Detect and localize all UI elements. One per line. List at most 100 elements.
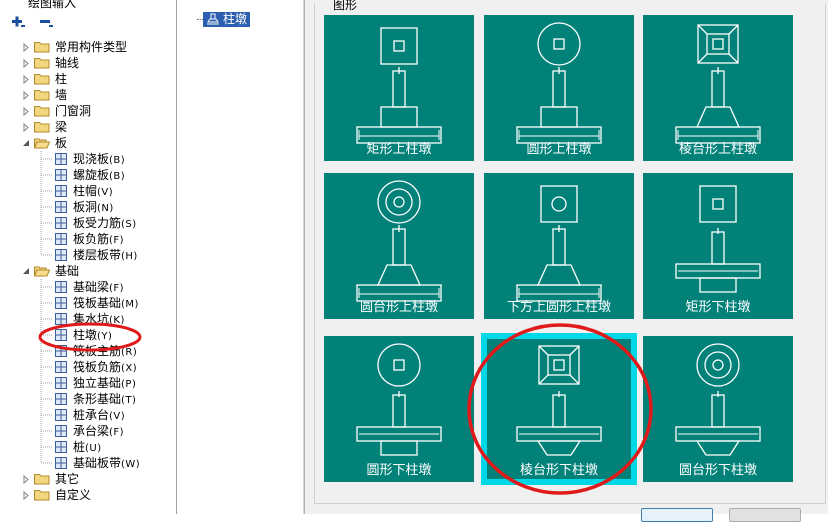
- shortcut-key: (V): [109, 411, 126, 422]
- collapsed-arrow-icon[interactable]: [22, 43, 31, 52]
- panel-title: 绘图输入: [28, 0, 77, 10]
- remove-icon[interactable]: [38, 14, 54, 30]
- tree-child-item[interactable]: 集水坑(K): [0, 311, 176, 327]
- tree-folder-item[interactable]: 常用构件类型: [0, 39, 176, 55]
- component-icon: [55, 169, 67, 181]
- tree-folder-item[interactable]: 自定义: [0, 487, 176, 503]
- collapsed-arrow-icon[interactable]: [22, 91, 31, 100]
- tree-item-label: 板: [55, 136, 68, 150]
- component-icon: [55, 281, 67, 293]
- tree-child-item[interactable]: 承台梁(F): [0, 423, 176, 439]
- collapsed-arrow-icon[interactable]: [22, 75, 31, 84]
- cancel-button[interactable]: [729, 508, 801, 522]
- shortcut-key: (U): [85, 443, 102, 454]
- list-item-selected[interactable]: 柱墩: [203, 12, 251, 27]
- shape-tile-frustum-down[interactable]: 棱台形下柱墩: [481, 333, 637, 485]
- tree-child-item[interactable]: 筏板基础(M): [0, 295, 176, 311]
- collapsed-arrow-icon[interactable]: [22, 123, 31, 132]
- shortcut-key: (V): [97, 187, 114, 198]
- tree-child-item[interactable]: 柱帽(V): [0, 183, 176, 199]
- shape-tile-square-round-up[interactable]: 下方上圆形上柱墩: [481, 170, 637, 322]
- folder-icon: [34, 74, 50, 85]
- shape-tile-cone-down[interactable]: 圆台形下柱墩: [640, 333, 796, 485]
- shape-tile-rect-down[interactable]: 矩形下柱墩: [640, 170, 796, 322]
- tree-child-item[interactable]: 板受力筋(S): [0, 215, 176, 231]
- shortcut-key: (F): [109, 235, 125, 246]
- tree-folder-item[interactable]: 墙: [0, 87, 176, 103]
- tree-child-item[interactable]: 螺旋板(B): [0, 167, 176, 183]
- shape-tile-label: 矩形上柱墩: [366, 142, 432, 157]
- shape-tile-label: 圆台形上柱墩: [359, 300, 438, 315]
- tree-folder-item[interactable]: 梁: [0, 119, 176, 135]
- expanded-arrow-icon[interactable]: [22, 267, 31, 276]
- shortcut-key: (B): [109, 171, 126, 182]
- shape-tile-cone-up[interactable]: 圆台形上柱墩: [321, 170, 477, 322]
- tree-item-label: 梁: [55, 120, 68, 134]
- ok-button[interactable]: [641, 508, 713, 522]
- shortcut-key: (H): [121, 251, 138, 262]
- tree-child-item[interactable]: 桩承台(V): [0, 407, 176, 423]
- component-icon: [55, 457, 67, 469]
- tree-item-label: 墙: [55, 88, 68, 102]
- shortcut-key: (R): [121, 347, 138, 358]
- tree-child-item[interactable]: 筏板主筋(R): [0, 343, 176, 359]
- shortcut-key: (B): [109, 155, 126, 166]
- add-icon[interactable]: [10, 14, 26, 30]
- shape-tile-round-up[interactable]: 圆形上柱墩: [481, 12, 637, 164]
- collapsed-arrow-icon[interactable]: [22, 59, 31, 68]
- tree-toolbar: [10, 14, 62, 34]
- shortcut-key: (W): [121, 459, 141, 470]
- component-icon: [55, 153, 67, 165]
- folder-icon: [34, 42, 50, 53]
- shortcut-key: (X): [121, 363, 138, 374]
- shape-tile-round-down[interactable]: 圆形下柱墩: [321, 333, 477, 485]
- tree-child-item[interactable]: 基础板带(W): [0, 455, 176, 471]
- list-item-label: 柱墩: [223, 12, 248, 26]
- tree-child-item[interactable]: 筏板负筋(X): [0, 359, 176, 375]
- collapsed-arrow-icon[interactable]: [22, 107, 31, 116]
- tree-item-label: 常用构件类型: [55, 40, 128, 54]
- tree-folder-item[interactable]: 板: [0, 135, 176, 151]
- component-icon: [55, 409, 67, 421]
- tree-child-item[interactable]: 楼层板带(H): [0, 247, 176, 263]
- component-tree-panel: 绘图输入 常用构件类型 轴线柱墙门窗洞梁板现浇板(B) 螺旋板(B) 柱帽(V) 板洞(…: [0, 0, 177, 514]
- collapsed-arrow-icon[interactable]: [22, 491, 31, 500]
- tree-child-item[interactable]: 板洞(N): [0, 199, 176, 215]
- component-icon: [55, 185, 67, 197]
- folder-icon: [34, 106, 50, 117]
- tree-child-item[interactable]: 柱墩(Y): [0, 327, 176, 343]
- shortcut-key: (F): [109, 283, 125, 294]
- tree-folder-item[interactable]: 其它: [0, 471, 176, 487]
- component-icon: [55, 345, 67, 357]
- component-icon: [55, 361, 67, 373]
- shape-tile-frustum-up[interactable]: 棱台形上柱墩: [640, 12, 796, 164]
- tree-item-label: 柱: [55, 72, 68, 86]
- shape-tile-label: 圆台形下柱墩: [678, 463, 757, 478]
- tree-child-item[interactable]: 基础梁(F): [0, 279, 176, 295]
- pier-icon: [207, 13, 219, 25]
- shape-tile-label: 矩形下柱墩: [685, 300, 751, 315]
- open-folder-icon: [34, 138, 50, 149]
- component-list-panel: 柱墩: [177, 0, 304, 514]
- collapsed-arrow-icon[interactable]: [22, 475, 31, 484]
- tree-child-item[interactable]: 条形基础(T): [0, 391, 176, 407]
- tree-child-item[interactable]: 板负筋(F): [0, 231, 176, 247]
- tree-folder-item[interactable]: 门窗洞: [0, 103, 176, 119]
- shape-tile-label: 圆形上柱墩: [526, 142, 592, 157]
- component-icon: [55, 329, 67, 341]
- tree-child-item[interactable]: 独立基础(P): [0, 375, 176, 391]
- tree-folder-item[interactable]: 轴线: [0, 55, 176, 71]
- tree-child-item[interactable]: 桩(U): [0, 439, 176, 455]
- tree-folder-item[interactable]: 柱: [0, 71, 176, 87]
- expanded-arrow-icon[interactable]: [22, 139, 31, 148]
- shortcut-key: (F): [109, 427, 125, 438]
- component-icon: [55, 393, 67, 405]
- folder-icon: [34, 474, 50, 485]
- shortcut-key: (P): [121, 379, 137, 390]
- component-icon: [55, 377, 67, 389]
- tree-folder-item[interactable]: 基础: [0, 263, 176, 279]
- shape-tile-rect-up[interactable]: 矩形上柱墩: [321, 12, 477, 164]
- shortcut-key: (T): [121, 395, 137, 406]
- shortcut-key: (N): [97, 203, 114, 214]
- tree-child-item[interactable]: 现浇板(B): [0, 151, 176, 167]
